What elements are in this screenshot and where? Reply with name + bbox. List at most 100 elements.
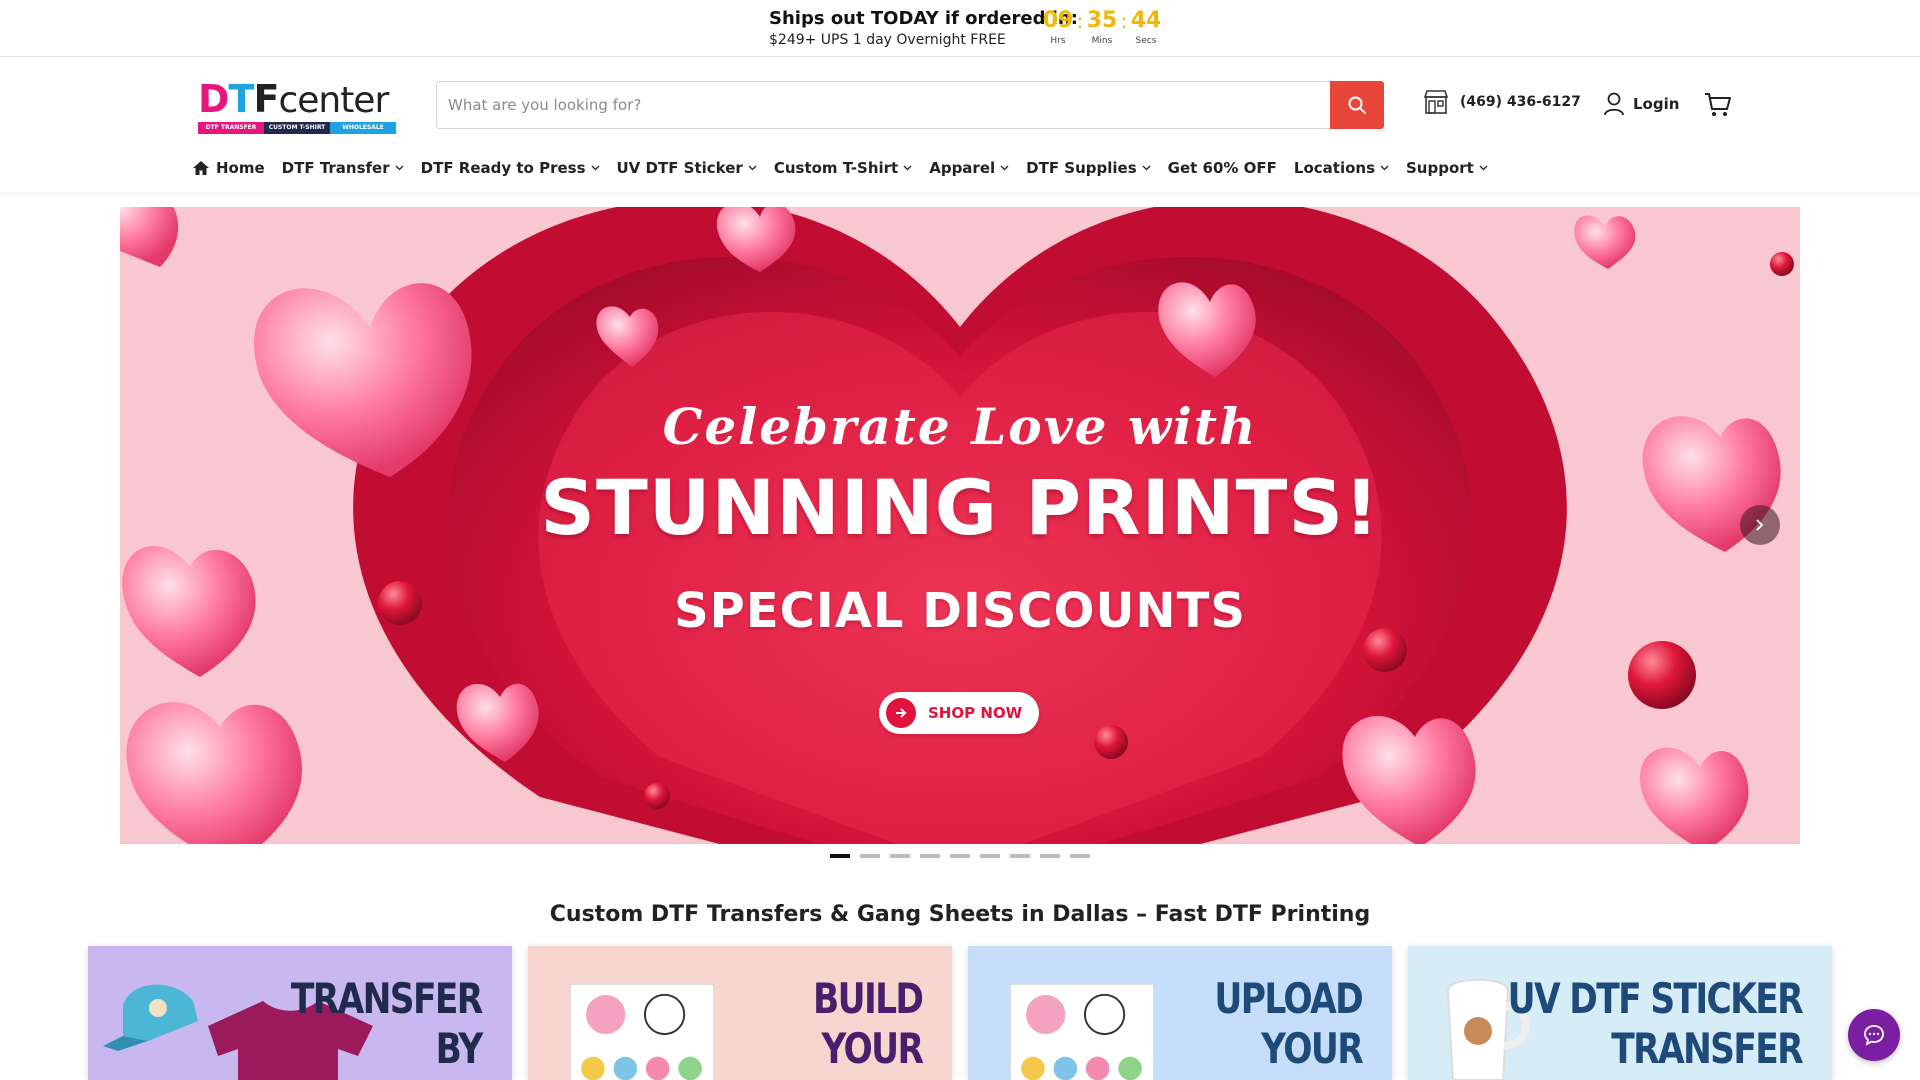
nav-get-60-off[interactable]: Get 60% OFF bbox=[1168, 159, 1277, 177]
hero-subtitle: SPECIAL DISCOUNTS bbox=[674, 583, 1246, 639]
slider-dot-7[interactable] bbox=[1010, 854, 1030, 858]
nav-label: Apparel bbox=[929, 159, 996, 177]
nav-label: Get 60% OFF bbox=[1167, 159, 1277, 177]
slider-pagination bbox=[830, 854, 1100, 858]
hero-banner[interactable]: Celebrate Love with STUNNING PRINTS! SPE… bbox=[120, 207, 1800, 844]
hero-title: STUNNING PRINTS! bbox=[540, 463, 1380, 552]
countdown-minutes: 35 Mins bbox=[1084, 9, 1120, 47]
chevron-down-icon bbox=[1000, 165, 1009, 171]
slider-dot-6[interactable] bbox=[980, 854, 1000, 858]
site-logo[interactable]: DTFcenter DTF TRANSFER CUSTOM T-SHIRT WH… bbox=[198, 80, 398, 134]
logo-tag-1: DTF TRANSFER bbox=[198, 122, 264, 134]
card-uv-dtf-sticker[interactable]: UV DTF STICKER TRANSFER bbox=[1408, 946, 1832, 1080]
nav-label: DTF Transfer bbox=[281, 159, 390, 177]
nav-locations[interactable]: Locations bbox=[1294, 159, 1389, 177]
shop-now-label: SHOP NOW bbox=[928, 704, 1023, 722]
nav-dtf-ready-to-press[interactable]: DTF Ready to Press bbox=[421, 159, 600, 177]
promo-title: Ships out TODAY if ordered in: bbox=[769, 8, 1078, 29]
card-line-1: BUILD bbox=[812, 974, 924, 1023]
user-icon bbox=[1604, 92, 1624, 116]
chevron-down-icon bbox=[1380, 165, 1389, 171]
chevron-down-icon bbox=[395, 165, 404, 171]
card-title: BUILD YOUR bbox=[812, 974, 924, 1074]
logo-word-center: center bbox=[278, 80, 389, 121]
site-header: DTFcenter DTF TRANSFER CUSTOM T-SHIRT WH… bbox=[0, 58, 1920, 192]
store-phone[interactable]: (469) 436-6127 bbox=[1422, 88, 1581, 116]
nav-home[interactable]: Home bbox=[192, 159, 265, 177]
login-label: Login bbox=[1633, 95, 1680, 113]
cart-icon bbox=[1705, 93, 1731, 116]
card-line-2: TRANSFER bbox=[1611, 1024, 1803, 1073]
card-build-your[interactable]: BUILD YOUR bbox=[528, 946, 952, 1080]
promo-text: Ships out TODAY if ordered in: $249+ UPS… bbox=[769, 8, 1078, 49]
slider-dot-4[interactable] bbox=[920, 854, 940, 858]
countdown-minutes-label: Mins bbox=[1091, 36, 1113, 46]
logo-letter-f: F bbox=[253, 77, 279, 121]
slider-next-button[interactable] bbox=[1740, 505, 1780, 545]
chat-launcher-button[interactable] bbox=[1848, 1009, 1900, 1061]
countdown-separator: : bbox=[1076, 9, 1084, 33]
countdown-hours-label: Hrs bbox=[1050, 36, 1066, 46]
nav-label: Locations bbox=[1293, 159, 1375, 177]
hero-script-heading: Celebrate Love with bbox=[662, 397, 1258, 456]
card-line-2: BY bbox=[435, 1024, 484, 1073]
phone-number: (469) 436-6127 bbox=[1460, 94, 1581, 110]
chevron-down-icon bbox=[903, 165, 912, 171]
countdown-seconds: 44 Secs bbox=[1128, 9, 1164, 47]
chevron-down-icon bbox=[1142, 165, 1151, 171]
countdown-seconds-value: 44 bbox=[1130, 8, 1162, 33]
slider-dot-2[interactable] bbox=[860, 854, 880, 858]
cart-button[interactable] bbox=[1704, 92, 1732, 122]
search-input[interactable] bbox=[437, 82, 1329, 128]
login-link[interactable]: Login bbox=[1603, 92, 1679, 116]
logo-tagline-strip: DTF TRANSFER CUSTOM T-SHIRT WHOLESALE bbox=[198, 122, 396, 134]
nav-label: Support bbox=[1406, 159, 1474, 177]
search-icon bbox=[1348, 96, 1366, 114]
card-line-2: YOUR bbox=[821, 1024, 924, 1073]
slider-dot-8[interactable] bbox=[1040, 854, 1060, 858]
slider-dot-3[interactable] bbox=[890, 854, 910, 858]
section-heading: Custom DTF Transfers & Gang Sheets in Da… bbox=[549, 902, 1371, 927]
logo-letter-t: T bbox=[228, 77, 255, 121]
countdown-hours-value: 09 bbox=[1042, 8, 1074, 33]
promo-bar: Ships out TODAY if ordered in: $249+ UPS… bbox=[0, 0, 1920, 57]
card-transfer-by[interactable]: TRANSFER BY bbox=[88, 946, 512, 1080]
nav-apparel[interactable]: Apparel bbox=[929, 159, 1009, 177]
countdown-separator: : bbox=[1120, 9, 1128, 33]
nav-uv-dtf-sticker[interactable]: UV DTF Sticker bbox=[617, 159, 757, 177]
card-title: TRANSFER BY bbox=[291, 974, 484, 1074]
card-upload-your[interactable]: UPLOAD YOUR bbox=[968, 946, 1392, 1080]
nav-label: DTF Supplies bbox=[1026, 159, 1137, 177]
countdown-seconds-label: Secs bbox=[1135, 36, 1157, 46]
nav-custom-tshirt[interactable]: Custom T-Shirt bbox=[774, 159, 912, 177]
main-nav: Home DTF Transfer DTF Ready to Press UV … bbox=[192, 157, 1505, 179]
slider-dot-9[interactable] bbox=[1070, 854, 1090, 858]
nav-support[interactable]: Support bbox=[1406, 159, 1488, 177]
nav-dtf-transfer[interactable]: DTF Transfer bbox=[282, 159, 404, 177]
countdown-minutes-value: 35 bbox=[1086, 8, 1118, 33]
promo-subtitle: $249+ UPS 1 day Overnight FREE bbox=[769, 32, 1006, 48]
nav-label: UV DTF Sticker bbox=[616, 159, 743, 177]
nav-label: Custom T-Shirt bbox=[773, 159, 899, 177]
countdown-hours: 09 Hrs bbox=[1040, 9, 1076, 47]
nav-label: DTF Ready to Press bbox=[420, 159, 586, 177]
card-line-1: UPLOAD bbox=[1214, 974, 1363, 1023]
home-icon bbox=[193, 161, 209, 175]
search-button[interactable] bbox=[1330, 81, 1384, 129]
nav-dtf-supplies[interactable]: DTF Supplies bbox=[1026, 159, 1151, 177]
logo-wordmark: DTFcenter bbox=[198, 80, 398, 120]
chevron-down-icon bbox=[591, 165, 599, 171]
logo-letter-d: D bbox=[198, 77, 230, 121]
countdown-timer: 09 Hrs : 35 Mins : 44 Secs bbox=[1040, 9, 1164, 47]
chevron-down-icon bbox=[1479, 165, 1488, 171]
card-line-1: UV DTF STICKER bbox=[1507, 974, 1804, 1023]
gang-sheet-art bbox=[570, 984, 714, 1080]
nav-label: Home bbox=[216, 159, 265, 177]
slider-dot-1[interactable] bbox=[830, 854, 850, 858]
slider-dot-5[interactable] bbox=[950, 854, 970, 858]
chevron-down-icon bbox=[748, 165, 757, 171]
store-icon bbox=[1423, 90, 1449, 114]
logo-tag-2: CUSTOM T-SHIRT bbox=[264, 122, 330, 134]
shop-now-button[interactable]: SHOP NOW bbox=[879, 692, 1039, 734]
logo-tag-3: WHOLESALE bbox=[330, 122, 396, 134]
